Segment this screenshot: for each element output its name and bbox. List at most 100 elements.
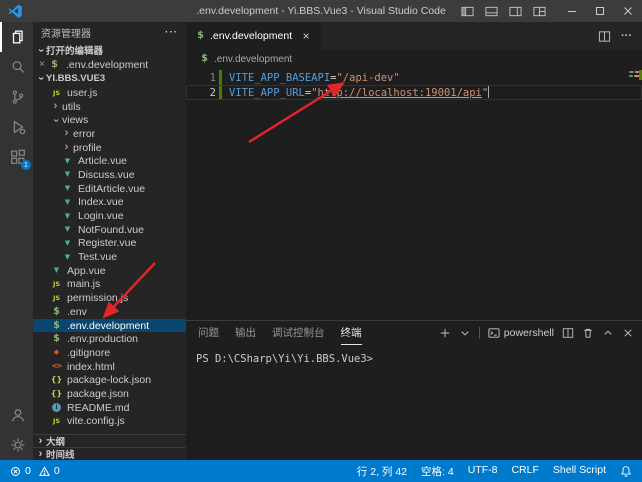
file-name: main.js xyxy=(67,278,100,290)
open-editor-item[interactable]: ×$.env.development xyxy=(33,58,186,71)
git-icon: ◆ xyxy=(50,349,63,356)
toggle-secondary-sidebar-icon[interactable] xyxy=(509,5,522,18)
new-terminal-icon[interactable] xyxy=(439,327,451,339)
panel-tab-问题[interactable]: 问题 xyxy=(198,321,219,345)
warning-icon xyxy=(39,466,50,477)
tree-item-Article.vue[interactable]: ▼Article.vue xyxy=(33,154,186,168)
status-item-2[interactable]: UTF-8 xyxy=(468,464,498,479)
customize-layout-icon[interactable] xyxy=(533,5,546,18)
vue-icon: ▼ xyxy=(61,213,74,220)
tree-item-Login.vue[interactable]: ▼ Login.vue xyxy=(33,209,186,223)
shell-icon: $ xyxy=(50,321,63,331)
bottom-panel: 问题输出调试控制台终端 powershell PS D:\CSharp\ xyxy=(186,320,642,460)
tree-item-App.vue[interactable]: ▼App.vue xyxy=(33,264,186,278)
status-item-0[interactable]: 行 2, 列 42 xyxy=(357,464,407,479)
toggle-panel-icon[interactable] xyxy=(485,5,498,18)
more-actions-icon[interactable]: ··· xyxy=(165,27,178,38)
breadcrumb: $.env.development xyxy=(186,50,642,68)
tab-.env.development[interactable]: $.env.development× xyxy=(186,22,321,50)
split-editor-icon[interactable] xyxy=(598,30,611,43)
activity-extensions[interactable]: 1 xyxy=(0,142,33,172)
chevron-down-icon: › xyxy=(50,115,61,126)
activity-bar-spacer xyxy=(0,172,33,400)
tree-item-permission.js[interactable]: JSpermission.js xyxy=(33,291,186,305)
token: VITE_APP_URL xyxy=(229,87,305,99)
tree-item-Test.vue[interactable]: ▼Test.vue xyxy=(33,250,186,264)
tree-item-.env[interactable]: $.env xyxy=(33,305,186,319)
token: "/api-dev" xyxy=(336,72,399,84)
tree-item-profile[interactable]: ›profile xyxy=(33,141,186,155)
tree-item-Discuss.vue[interactable]: ▼Discuss.vue xyxy=(33,168,186,182)
file-name: Login.vue xyxy=(78,210,124,222)
project-header[interactable]: › YI.BBS.VUE3 xyxy=(33,71,186,86)
tree-item-Index.vue[interactable]: ▼Index.vue xyxy=(33,196,186,210)
workbench: 1 资源管理器 ··· › 打开的编辑器 ×$.env.development … xyxy=(0,22,642,460)
problems-status[interactable]: 0 0 xyxy=(10,465,60,477)
chevron-down-icon[interactable] xyxy=(459,327,471,339)
tree-item-NotFound.vue[interactable]: ▼NotFound.vue xyxy=(33,223,186,237)
activity-settings[interactable] xyxy=(0,430,33,460)
activity-source-control[interactable] xyxy=(0,82,33,112)
tree-item-README.md[interactable]: iREADME.md xyxy=(33,401,186,415)
maximize-button[interactable] xyxy=(586,0,614,22)
split-terminal-icon[interactable] xyxy=(562,327,574,339)
tree-item-Register.vue[interactable]: ▼Register.vue xyxy=(33,237,186,251)
activity-explorer[interactable] xyxy=(0,22,33,52)
chevron-right-icon: › xyxy=(35,436,46,447)
editor-code-area[interactable]: 1VITE_APP_BASEAPI="/api-dev"2VITE_APP_UR… xyxy=(186,68,642,320)
tree-item-vite.config.js[interactable]: JSvite.config.js xyxy=(33,415,186,429)
terminal-instance[interactable]: powershell xyxy=(488,327,554,339)
kill-terminal-icon[interactable] xyxy=(582,327,594,339)
minimap[interactable] xyxy=(628,68,642,320)
tree-item-utils[interactable]: ›utils xyxy=(33,100,186,114)
sidebar-title-row: 资源管理器 ··· xyxy=(33,22,186,42)
tree-item-.env.development[interactable]: $.env.development xyxy=(33,319,186,333)
separator xyxy=(479,327,480,339)
panel-tab-终端[interactable]: 终端 xyxy=(341,321,362,345)
tree-item-index.html[interactable]: <>index.html xyxy=(33,360,186,374)
activity-run-debug[interactable] xyxy=(0,112,33,142)
tree-item-main.js[interactable]: JSmain.js xyxy=(33,278,186,292)
error-icon xyxy=(10,466,21,477)
activity-accounts[interactable] xyxy=(0,400,33,430)
tree-item-views[interactable]: ›views xyxy=(33,113,186,127)
panel-tab-调试控制台[interactable]: 调试控制台 xyxy=(272,321,325,345)
breadcrumb-item[interactable]: .env.development xyxy=(214,54,292,65)
notifications-bell-icon[interactable] xyxy=(620,465,632,477)
tree-item-error[interactable]: ›error xyxy=(33,127,186,141)
sidebar-section-时间线[interactable]: ›时间线 xyxy=(33,447,186,460)
close-icon[interactable]: × xyxy=(36,59,48,70)
file-name: EditArticle.vue xyxy=(78,183,145,195)
code-line-1[interactable]: 1VITE_APP_BASEAPI="/api-dev" xyxy=(186,70,642,85)
activity-search[interactable] xyxy=(0,52,33,82)
code-line-2[interactable]: 2VITE_APP_URL="http://localhost:19001/ap… xyxy=(186,85,642,100)
open-editors-header[interactable]: › 打开的编辑器 xyxy=(33,42,186,58)
sidebar-section-大纲[interactable]: ›大纲 xyxy=(33,434,186,447)
panel-tab-输出[interactable]: 输出 xyxy=(235,321,256,345)
tree-item-.env.production[interactable]: $.env.production xyxy=(33,332,186,346)
tree-item-.gitignore[interactable]: ◆.gitignore xyxy=(33,346,186,360)
close-panel-icon[interactable] xyxy=(622,327,634,339)
status-item-4[interactable]: Shell Script xyxy=(553,464,606,479)
git-branch-icon xyxy=(9,88,27,106)
status-item-1[interactable]: 空格: 4 xyxy=(421,464,454,479)
file-tree: JSuser.js›utils›views›error›profile▼Arti… xyxy=(33,86,186,434)
extensions-badge: 1 xyxy=(21,160,31,170)
panel-actions: powershell xyxy=(439,327,634,339)
chevron-right-icon: › xyxy=(61,142,72,153)
close-button[interactable] xyxy=(614,0,642,22)
tree-item-package-lock.json[interactable]: {}package-lock.json xyxy=(33,373,186,387)
status-item-3[interactable]: CRLF xyxy=(511,464,538,479)
more-actions-icon[interactable]: ··· xyxy=(621,30,632,42)
files-icon xyxy=(9,28,27,46)
tree-item-package.json[interactable]: {}package.json xyxy=(33,387,186,401)
minimize-button[interactable] xyxy=(558,0,586,22)
tree-item-EditArticle.vue[interactable]: ▼EditArticle.vue xyxy=(33,182,186,196)
maximize-panel-icon[interactable] xyxy=(602,327,614,339)
panel-header: 问题输出调试控制台终端 powershell xyxy=(186,321,642,345)
toggle-sidebar-icon[interactable] xyxy=(461,5,474,18)
terminal-icon xyxy=(488,327,500,339)
terminal-content[interactable]: PS D:\CSharp\Yi\Yi.BBS.Vue3> xyxy=(186,345,642,460)
tree-item-user.js[interactable]: JSuser.js xyxy=(33,86,186,100)
close-icon[interactable]: × xyxy=(299,29,313,43)
